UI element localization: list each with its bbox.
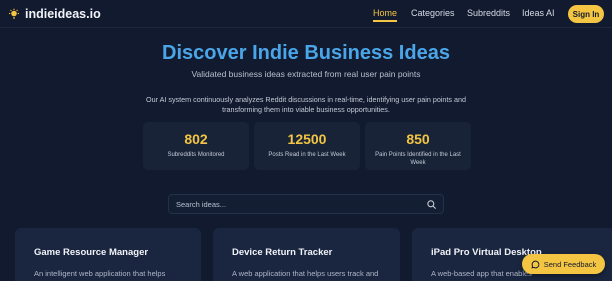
brand-logo[interactable]: indieideas.io [8,7,101,21]
stat-value: 12500 [287,131,327,147]
send-feedback-button[interactable]: Send Feedback [522,254,605,274]
stat-label: Pain Points Identified in the Last Week [375,152,461,166]
stat-card-subreddits: 802 Subreddits Monitored [143,122,249,170]
send-feedback-label: Send Feedback [543,259,597,269]
stat-card-posts: 12500 Posts Read in the Last Week [254,122,360,170]
idea-card-description: An intelligent web application that help… [34,269,166,278]
nav-categories[interactable]: Categories [411,8,455,18]
sign-in-button[interactable]: Sign In [568,5,604,23]
page-title: Discover Indie Business Ideas [162,42,450,64]
lightbulb-icon [9,8,19,19]
page-subtitle: Validated business ideas extracted from … [191,69,421,79]
search-icon[interactable] [426,199,437,210]
nav-home[interactable]: Home [373,8,398,22]
idea-card-title: Device Return Tracker [232,247,333,258]
stat-value: 802 [184,131,208,147]
brand-name: indieideas.io [25,7,101,21]
hero-description: Our AI system continuously analyzes Redd… [145,95,466,114]
idea-card-title: Game Resource Manager [34,247,149,258]
chat-bubble-icon [531,260,540,269]
stat-label: Subreddits Monitored [167,152,225,158]
search-input[interactable] [169,199,409,209]
nav-ideas-ai[interactable]: Ideas AI [522,8,555,18]
nav-subreddits[interactable]: Subreddits [467,8,510,18]
stat-label: Posts Read in the Last Week [268,152,346,158]
stat-card-pain-points: 850 Pain Points Identified in the Last W… [365,122,471,170]
idea-card[interactable]: Device Return Tracker A web application … [213,228,400,281]
top-nav: indieideas.io Home Categories Subreddits… [0,0,612,28]
stat-value: 850 [406,131,430,147]
idea-card[interactable]: Game Resource Manager An intelligent web… [15,228,201,281]
search-bar [168,194,444,214]
idea-card-description: A web application that helps users track… [232,269,379,278]
